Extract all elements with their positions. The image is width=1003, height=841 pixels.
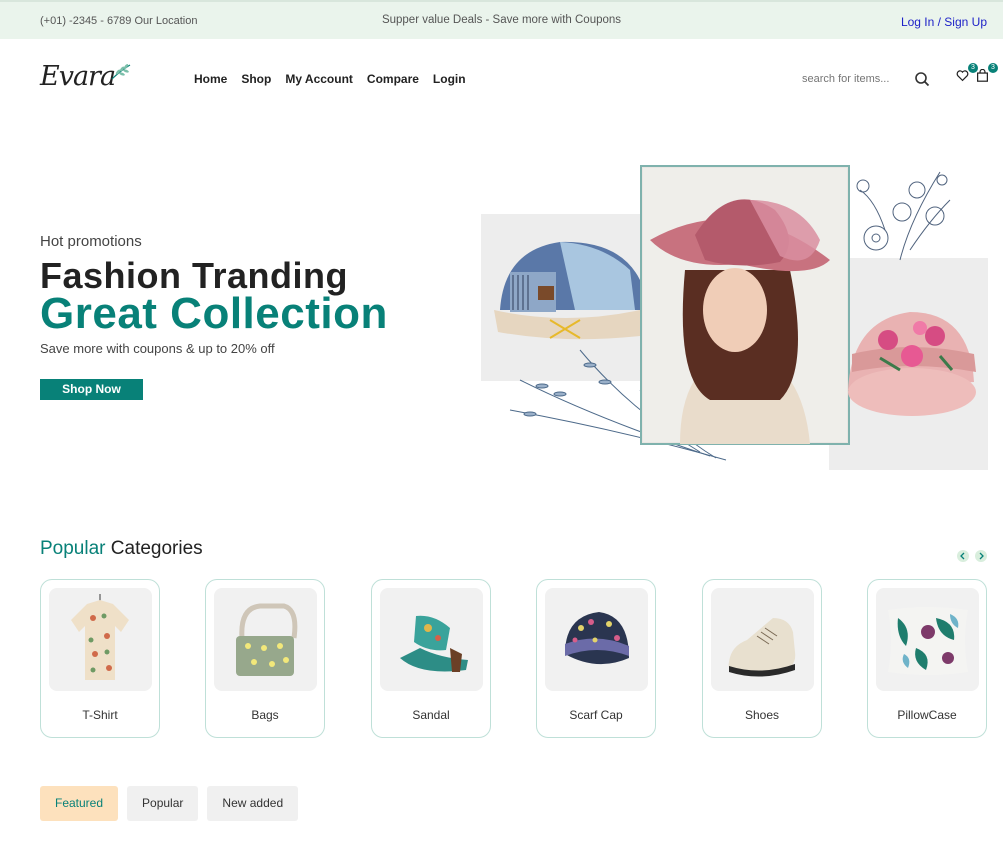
category-label: Shoes: [744, 708, 780, 722]
cart-count-badge: 3: [988, 63, 998, 73]
category-label: T-Shirt: [82, 708, 118, 722]
login-signup-link[interactable]: Log In / Sign Up: [901, 15, 987, 29]
nav-home[interactable]: Home: [194, 72, 227, 86]
category-card-tshirt[interactable]: T-Shirt: [40, 579, 160, 738]
prev-arrow-button[interactable]: [957, 550, 969, 562]
nav-shop[interactable]: Shop: [241, 72, 271, 86]
heart-icon: [956, 70, 969, 82]
category-label: Scarf Cap: [569, 708, 623, 722]
category-card-shoes[interactable]: Shoes: [702, 579, 822, 738]
shoe-image: [728, 618, 796, 677]
hero-title-accent: Great Collection: [40, 289, 388, 338]
leaf-icon: [111, 64, 131, 80]
woman-hat-photo: [640, 165, 850, 445]
nav-my-account[interactable]: My Account: [285, 72, 353, 86]
nav-login[interactable]: Login: [433, 72, 466, 86]
shop-now-button[interactable]: Shop Now: [40, 379, 143, 400]
category-label: Sandal: [412, 708, 450, 722]
hero-image-collage: [480, 160, 990, 480]
bag-image: [236, 603, 298, 676]
tab-new-added[interactable]: New added: [207, 786, 299, 821]
contact-info: (+01) -2345 - 6789 Our Location: [40, 15, 198, 27]
chevron-right-icon: [979, 552, 984, 560]
sandal-image: [400, 615, 468, 672]
category-label: Bags: [251, 708, 279, 722]
logo-text: Evara: [40, 61, 116, 92]
site-logo[interactable]: Evara: [40, 61, 132, 93]
top-bar: (+01) -2345 - 6789 Our Location Supper v…: [0, 0, 1003, 39]
categories-heading: Popular Categories: [40, 538, 203, 560]
search-icon[interactable]: [914, 71, 930, 87]
tshirt-image: [71, 594, 129, 680]
category-carousel-arrows: [957, 550, 987, 562]
categories-heading-rest: Categories: [105, 538, 203, 559]
promo-text: Supper value Deals - Save more with Coup…: [381, 14, 622, 26]
tab-popular[interactable]: Popular: [127, 786, 199, 821]
category-card-bags[interactable]: Bags: [205, 579, 325, 738]
flower-sketch: [856, 171, 951, 261]
nav-compare[interactable]: Compare: [367, 72, 419, 86]
category-label: PillowCase: [897, 708, 957, 722]
category-cards: T-Shirt Bags Sandal Scarf Cap Shoes Pill…: [40, 579, 990, 739]
site-header: Evara Home Shop My Account Compare Login…: [0, 39, 1003, 119]
category-card-scarf-cap[interactable]: Scarf Cap: [536, 579, 656, 738]
chevron-left-icon: [960, 552, 965, 560]
category-card-sandal[interactable]: Sandal: [371, 579, 491, 738]
hero-subtitle: Hot promotions: [40, 233, 142, 250]
next-arrow-button[interactable]: [975, 550, 987, 562]
category-card-pillowcase[interactable]: PillowCase: [867, 579, 987, 738]
cart-button[interactable]: 3: [976, 63, 998, 85]
search-input[interactable]: [802, 73, 902, 85]
hero-description: Save more with coupons & up to 20% off: [40, 341, 275, 356]
pillowcase-image: [888, 607, 968, 675]
wishlist-button[interactable]: 3: [956, 63, 978, 85]
tab-featured[interactable]: Featured: [40, 786, 119, 821]
categories-heading-accent: Popular: [40, 538, 106, 559]
scarf-cap-image: [565, 612, 629, 665]
hero-collage-image: [481, 165, 988, 470]
product-tabs: Featured Popular New added: [40, 786, 299, 821]
search-box: [802, 69, 932, 89]
main-nav: Home Shop My Account Compare Login: [194, 72, 480, 86]
shopping-bag-icon: [977, 68, 988, 82]
